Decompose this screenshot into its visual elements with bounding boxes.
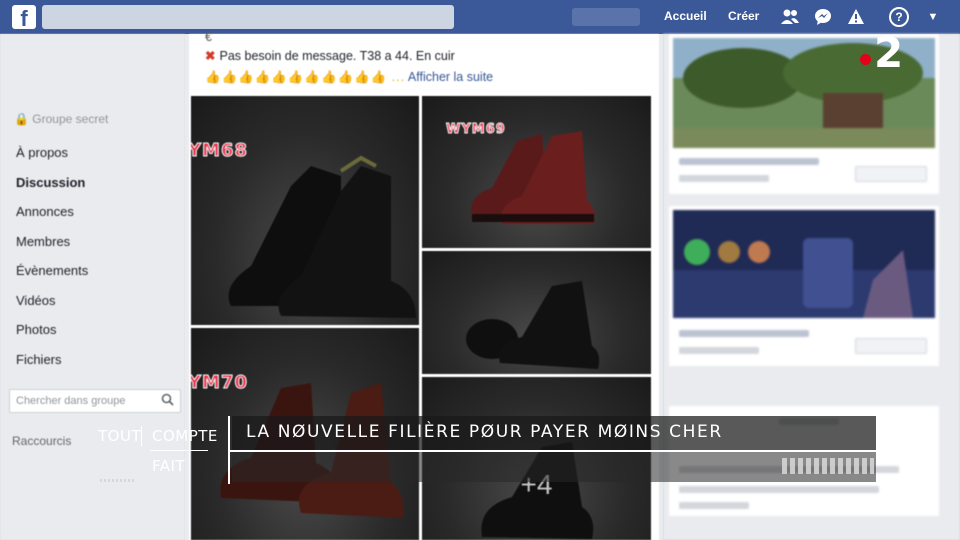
program-title-tout: TOUT	[98, 427, 142, 445]
post-photo-2[interactable]: WYM69	[422, 96, 651, 248]
burgundy-boots-image	[471, 131, 595, 224]
program-title-fait: FAIT	[152, 457, 186, 475]
suggestion-1-title	[679, 158, 819, 165]
banner-subtitle-box	[232, 452, 876, 482]
facebook-logo-icon[interactable]: f	[12, 5, 36, 29]
cross-mark-icon: ✖	[205, 49, 216, 63]
headline-text: LA NØUVELLE FILIÈRE PØUR PAYER MØINS CHE…	[246, 422, 723, 442]
messenger-icon[interactable]	[813, 7, 833, 27]
post-photo-3[interactable]	[422, 251, 651, 374]
post-message-line: ✖ Pas besoin de message. T38 a 44. En cui…	[205, 48, 455, 63]
friends-icon[interactable]	[780, 7, 800, 27]
suggestion-1-join-button[interactable]	[855, 166, 927, 182]
suggestion-card-2[interactable]	[669, 206, 939, 366]
search-icon[interactable]	[161, 393, 174, 409]
create-link[interactable]: Créer	[728, 9, 759, 23]
sidebar-item-announcements[interactable]: Annonces	[16, 204, 88, 234]
headline-box: LA NØUVELLE FILIÈRE PØUR PAYER MØINS CHE…	[232, 416, 876, 450]
facebook-top-bar: f Accueil Créer ? ▼	[0, 0, 960, 34]
notifications-icon[interactable]	[846, 7, 866, 27]
photo-2-label: WYM69	[446, 122, 506, 138]
banner-dots	[100, 479, 136, 482]
group-privacy: 🔒 Groupe secret	[14, 112, 108, 126]
post-price-text: €	[205, 30, 212, 44]
suggestion-2-title	[679, 330, 809, 337]
lock-icon: 🔒	[14, 112, 29, 126]
home-link[interactable]: Accueil	[664, 9, 707, 23]
post-emoji-line: 👍👍👍👍👍👍👍👍👍👍👍 ... Afficher la suite	[205, 70, 493, 85]
channel-number: 2	[874, 28, 904, 77]
post-message-text: Pas besoin de message. T38 a 44. En cuir	[219, 49, 455, 63]
shortcuts-heading: Raccourcis	[12, 434, 72, 448]
menu-caret-icon[interactable]: ▼	[923, 7, 943, 27]
black-boots-pair-image	[466, 281, 600, 369]
photo-4-label: YM70	[191, 372, 248, 394]
banner-stripes	[782, 458, 874, 474]
facebook-logo-letter: f	[20, 6, 28, 29]
post-emoji-row: 👍👍👍👍👍👍👍👍👍👍👍 ...	[205, 70, 406, 84]
post-price-line: €	[205, 30, 212, 44]
black-boots-image	[228, 155, 416, 318]
facebook-search-input[interactable]	[42, 5, 454, 29]
group-search-box	[9, 389, 181, 413]
photo-1-label: YM68	[191, 140, 248, 162]
banner-underline-left	[150, 450, 208, 451]
post-photo-1[interactable]: YM68	[191, 96, 419, 325]
sidebar-item-videos[interactable]: Vidéos	[16, 293, 88, 323]
program-title-compte: COMPTE	[152, 427, 218, 445]
profile-shortcut[interactable]	[572, 8, 640, 26]
channel-dot-icon	[860, 54, 871, 65]
suggestion-1-meta	[679, 175, 769, 182]
sidebar-item-about[interactable]: À propos	[16, 145, 88, 175]
see-more-link[interactable]: Afficher la suite	[408, 70, 493, 84]
sidebar-item-events[interactable]: Évènements	[16, 263, 88, 293]
banner-divider-small	[141, 426, 142, 446]
suggestion-3-meta-3	[679, 502, 749, 509]
suggestion-2-image	[673, 210, 935, 318]
group-search-input[interactable]	[10, 390, 156, 412]
suggestion-2-meta	[679, 347, 759, 354]
suggestion-3-meta-2	[679, 486, 879, 493]
group-type-label: Groupe secret	[32, 112, 109, 126]
sidebar-item-photos[interactable]: Photos	[16, 322, 88, 352]
sidebar-item-files[interactable]: Fichiers	[16, 352, 88, 382]
suggestion-2-join-button[interactable]	[855, 338, 927, 354]
help-icon[interactable]: ?	[889, 7, 909, 27]
sidebar-item-discussion[interactable]: Discussion	[16, 175, 88, 205]
group-nav: À propos Discussion Annonces Membres Évè…	[16, 145, 88, 381]
sidebar-item-members[interactable]: Membres	[16, 234, 88, 264]
